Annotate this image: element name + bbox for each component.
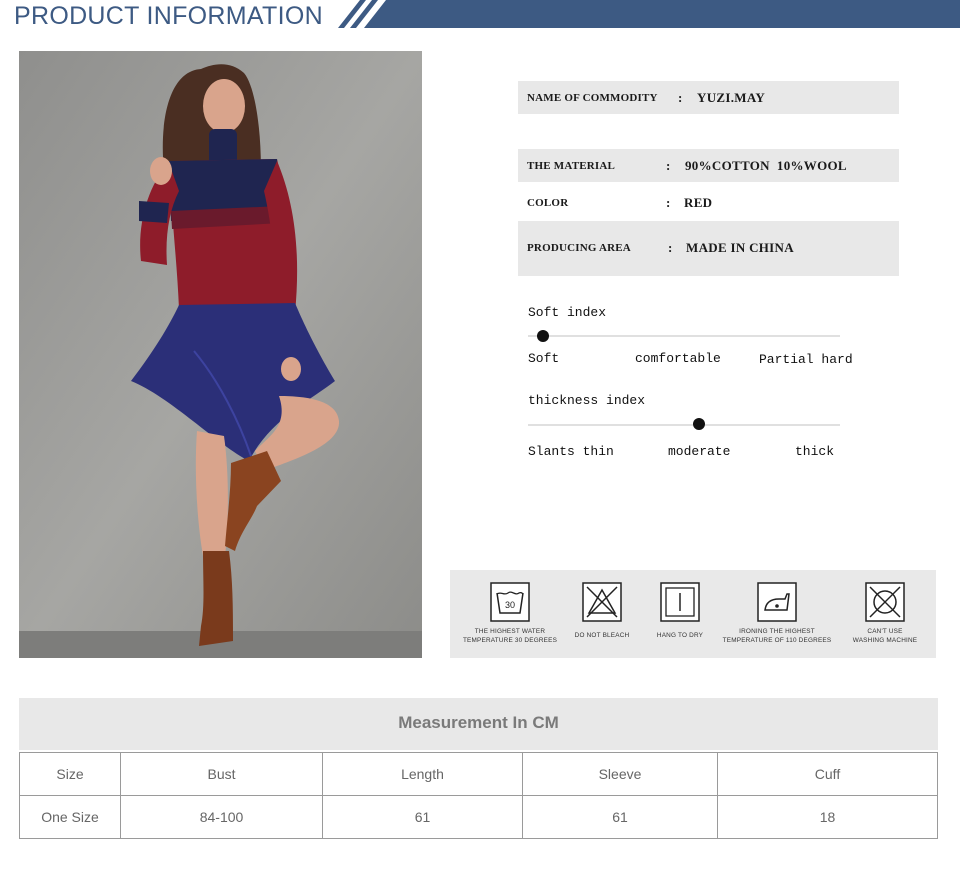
soft-index-label-high: Partial hard bbox=[759, 352, 853, 367]
care-text-line: WASHING MACHINE bbox=[852, 636, 918, 644]
soft-index-marker bbox=[537, 330, 549, 342]
spec-value: YUZI.MAY bbox=[697, 90, 766, 105]
thickness-index-marker bbox=[693, 418, 705, 430]
column-header: Length bbox=[322, 752, 523, 796]
care-text-line: THE HIGHEST WATER bbox=[474, 628, 546, 635]
care-instructions-panel: 30 THE HIGHEST WATER TEMPERATURE 30 DEGRE… bbox=[450, 570, 936, 658]
soft-index-track bbox=[528, 335, 840, 337]
no-bleach-icon bbox=[582, 582, 622, 622]
soft-index-label-low: Soft bbox=[528, 351, 560, 366]
care-text-line: CAN'T USE bbox=[867, 628, 903, 635]
spec-row-commodity: NAME OF COMMODITY : YUZI.MAY bbox=[518, 81, 899, 114]
spec-label: PRODUCING AREA bbox=[527, 242, 631, 254]
thickness-index-label-low: Slants thin bbox=[528, 444, 614, 459]
spec-label: COLOR bbox=[527, 197, 569, 209]
thickness-index-label-mid: moderate bbox=[668, 444, 731, 459]
page-title: PRODUCT INFORMATION bbox=[14, 2, 323, 30]
care-item-wash: 30 THE HIGHEST WATER TEMPERATURE 30 DEGRE… bbox=[462, 582, 558, 645]
svg-text:30: 30 bbox=[505, 600, 515, 610]
iron-110-icon bbox=[757, 582, 797, 622]
wash-30-icon: 30 bbox=[490, 582, 530, 622]
product-photo bbox=[19, 51, 422, 658]
table-cell: One Size bbox=[19, 795, 121, 839]
thickness-index-title: thickness index bbox=[528, 393, 646, 408]
care-text-line: TEMPERATURE OF 110 DEGREES bbox=[722, 636, 832, 644]
care-item-iron: IRONING THE HIGHEST TEMPERATURE OF 110 DE… bbox=[720, 582, 834, 645]
spec-colon: : bbox=[678, 90, 683, 105]
table-cell: 61 bbox=[322, 795, 523, 839]
measurement-table: Size Bust Length Sleeve Cuff One Size 84… bbox=[19, 752, 938, 839]
spec-colon: : bbox=[666, 158, 671, 173]
table-header-row: Size Bust Length Sleeve Cuff bbox=[19, 752, 938, 796]
no-machine-wash-icon bbox=[865, 582, 905, 622]
column-header: Bust bbox=[120, 752, 323, 796]
column-header: Size bbox=[19, 752, 121, 796]
care-item-bleach: DO NOT BLEACH bbox=[562, 582, 642, 641]
header-stripe-bar bbox=[338, 0, 960, 28]
care-item-hang: HANG TO DRY bbox=[642, 582, 718, 641]
spec-colon: : bbox=[666, 195, 671, 210]
care-text-line: IRONING THE HIGHEST bbox=[739, 628, 815, 635]
spec-label: NAME OF COMMODITY bbox=[527, 92, 658, 104]
spec-row-color: COLOR : RED bbox=[518, 184, 899, 220]
spec-value: 90%COTTON 10%WOOL bbox=[685, 158, 847, 173]
spec-row-producing-area: PRODUCING AREA : MADE IN CHINA bbox=[518, 221, 899, 276]
care-item-machine: CAN'T USE WASHING MACHINE bbox=[842, 582, 928, 645]
spec-value: RED bbox=[684, 195, 713, 210]
spec-label: THE MATERIAL bbox=[527, 160, 616, 172]
column-header: Sleeve bbox=[522, 752, 718, 796]
hang-dry-icon bbox=[660, 582, 700, 622]
table-cell: 84-100 bbox=[120, 795, 323, 839]
thickness-index-track bbox=[528, 424, 840, 426]
measurement-title: Measurement In CM bbox=[398, 713, 559, 732]
care-text-line: HANG TO DRY bbox=[656, 632, 704, 639]
care-text-line: TEMPERATURE 30 DEGREES bbox=[462, 636, 558, 644]
spec-value: MADE IN CHINA bbox=[686, 240, 794, 255]
soft-index-title: Soft index bbox=[528, 305, 607, 320]
thickness-index-label-high: thick bbox=[795, 444, 835, 459]
spec-colon: : bbox=[668, 240, 673, 255]
care-text-line: DO NOT BLEACH bbox=[574, 632, 630, 639]
table-cell: 61 bbox=[522, 795, 718, 839]
soft-index-label-mid: comfortable bbox=[635, 351, 721, 366]
table-cell: 18 bbox=[717, 795, 938, 839]
measurement-header: Measurement In CM bbox=[19, 698, 938, 750]
column-header: Cuff bbox=[717, 752, 938, 796]
table-row: One Size 84-100 61 61 18 bbox=[19, 795, 938, 839]
spec-row-material: THE MATERIAL : 90%COTTON 10%WOOL bbox=[518, 149, 899, 182]
